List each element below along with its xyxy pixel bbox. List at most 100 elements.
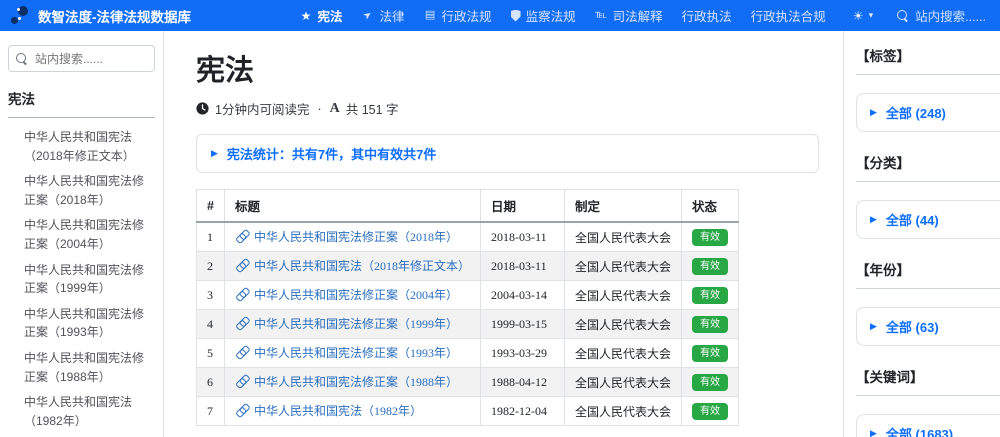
row-number: 3: [196, 280, 225, 310]
triangle-right-icon: ▶: [870, 214, 877, 224]
law-date: 2004-03-14: [480, 280, 566, 310]
law-title-link[interactable]: 中华人民共和国宪法修正案（1988年）: [235, 373, 458, 390]
filter-section: 【关键词】 ▶ 全部 (1683): [856, 366, 1000, 437]
link-icon: [233, 228, 250, 245]
nav-item[interactable]: 司法解释: [595, 6, 663, 25]
nav-item[interactable]: 宪法: [300, 6, 343, 25]
nav-item-label: 监察法规: [525, 10, 576, 24]
list-item: 中华人民共和国宪法（1982年）: [24, 393, 155, 430]
filter-all-box[interactable]: ▶ 全部 (63): [856, 307, 1000, 346]
sidebar-doc-list: 中华人民共和国宪法（2018年修正文本） 中华人民共和国宪法修正案（2018年）…: [8, 128, 155, 430]
nav-item[interactable]: 行政执法: [682, 6, 732, 25]
law-title-link[interactable]: 中华人民共和国宪法（2018年修正文本）: [235, 257, 470, 274]
triangle-right-icon: ▶: [870, 107, 877, 117]
sidebar-doc-link[interactable]: 中华人民共和国宪法（1982年）: [24, 393, 155, 430]
navbar-search[interactable]: 站内搜索......: [897, 6, 986, 25]
law-title: 中华人民共和国宪法修正案（1999年）: [254, 317, 459, 331]
filter-all-box[interactable]: ▶ 全部 (248): [856, 93, 1000, 132]
filter-all-box[interactable]: ▶ 全部 (1683): [856, 414, 1000, 437]
chevron-down-icon: ▾: [868, 10, 874, 20]
table-row: 7 中华人民共和国宪法（1982年） 1982-12-04 全国人民代表大会 有: [196, 396, 740, 426]
filter-all-link[interactable]: 全部 (248): [886, 103, 946, 122]
word-count: 共 151 字: [345, 103, 399, 117]
row-number: 5: [196, 338, 225, 368]
table-row: 1 中华人民共和国宪法修正案（2018年） 2018-03-11 全国人民代表大…: [196, 221, 740, 252]
law-maker: 全国人民代表大会: [564, 251, 683, 281]
law-title-link[interactable]: 中华人民共和国宪法修正案（1993年）: [235, 344, 458, 361]
law-date: 2018-03-11: [480, 221, 566, 252]
filter-all-box[interactable]: ▶ 全部 (44): [856, 200, 1000, 239]
sidebar-search-input[interactable]: [8, 45, 155, 72]
col-status: 状态: [681, 189, 740, 223]
law-date: 2018-03-11: [480, 251, 566, 281]
link-icon: [233, 344, 250, 361]
filter-all-link[interactable]: 全部 (63): [886, 317, 939, 336]
link-icon: [233, 286, 250, 303]
search-icon: [16, 53, 28, 65]
list-item: 中华人民共和国宪法修正案（2004年）: [24, 216, 155, 253]
law-maker: 全国人民代表大会: [564, 367, 683, 397]
sun-icon: [852, 9, 865, 22]
nav-item-label: 宪法: [317, 10, 343, 24]
law-maker: 全国人民代表大会: [564, 221, 683, 252]
filter-all-link[interactable]: 全部 (1683): [886, 424, 953, 437]
list-item: 中华人民共和国宪法修正案（1988年）: [24, 349, 155, 386]
stats-collapsible[interactable]: ▶ 宪法统计：共有7件，其中有效共7件: [196, 134, 819, 173]
nav-item[interactable]: 法律: [362, 6, 405, 25]
top-navbar: 数智法度-法律法规数据库 宪法 法律 行政法规: [0, 0, 1000, 31]
nav-item[interactable]: 行政执法合规: [751, 6, 826, 25]
sidebar-doc-link[interactable]: 中华人民共和国宪法修正案（1993年）: [24, 305, 155, 342]
left-sidebar: 宪法 中华人民共和国宪法（2018年修正文本） 中华人民共和国宪法修正案（201…: [0, 31, 164, 437]
sidebar-doc-link[interactable]: 中华人民共和国宪法修正案（1999年）: [24, 261, 155, 298]
row-number: 6: [196, 367, 225, 397]
table-row: 5 中华人民共和国宪法修正案（1993年） 1993-03-29 全国人民代表大…: [196, 338, 740, 368]
sidebar-doc-link[interactable]: 中华人民共和国宪法修正案（1988年）: [24, 349, 155, 386]
main-nav: 宪法 法律 行政法规 监察法规: [300, 6, 826, 25]
list-item: 中华人民共和国宪法修正案（2018年）: [24, 172, 155, 209]
law-title-link[interactable]: 中华人民共和国宪法修正案（2004年）: [235, 286, 458, 303]
theme-toggle[interactable]: ▾: [852, 9, 874, 22]
link-icon: [233, 402, 250, 419]
nav-controls: ▾ 站内搜索......: [852, 6, 986, 25]
stats-summary: 宪法统计：共有7件，其中有效共7件: [226, 147, 437, 162]
table-row: 2 中华人民共和国宪法（2018年修正文本） 2018-03-11 全国人民代表…: [196, 251, 740, 281]
list-item: 中华人民共和国宪法修正案（1999年）: [24, 261, 155, 298]
main-content: 宪法 1分钟内可阅读完 · A 共 151 字 ▶ 宪法统计：共有7件，其中有效…: [164, 31, 843, 437]
filter-section-title: 【标签】: [856, 45, 1000, 75]
row-number: 1: [196, 221, 225, 252]
nav-scroll-icon: [595, 9, 608, 22]
status-badge: 有效: [692, 402, 729, 420]
law-title-link[interactable]: 中华人民共和国宪法（1982年）: [235, 402, 422, 419]
page-title: 宪法: [196, 55, 255, 87]
law-title-link[interactable]: 中华人民共和国宪法修正案（1999年）: [235, 315, 458, 332]
nav-item-label: 法律: [379, 10, 405, 24]
nav-building-icon: [424, 9, 437, 22]
link-icon: [233, 315, 250, 332]
law-maker: 全国人民代表大会: [564, 338, 683, 368]
sidebar-doc-link[interactable]: 中华人民共和国宪法（2018年修正文本）: [24, 128, 155, 165]
brand[interactable]: 数智法度-法律法规数据库: [8, 4, 191, 28]
nav-item-label: 司法解释: [612, 10, 663, 24]
sidebar-doc-link[interactable]: 中华人民共和国宪法修正案（2018年）: [24, 172, 155, 209]
nav-item[interactable]: 行政法规: [424, 6, 492, 25]
link-icon: [233, 257, 250, 274]
law-title: 中华人民共和国宪法修正案（1988年）: [254, 375, 459, 389]
law-date: 1982-12-04: [480, 396, 566, 426]
read-time: 1分钟内可阅读完: [215, 103, 310, 117]
word-count-icon: A: [329, 100, 340, 116]
status-badge: 有效: [692, 257, 729, 275]
navbar-search-placeholder: 站内搜索......: [915, 10, 986, 24]
status-badge: 有效: [692, 344, 729, 362]
law-table: # 标题 日期 制定 状态 1 中华人民共和国宪法修正案（2018年） 2018…: [196, 189, 740, 426]
sidebar-search: [8, 45, 155, 72]
list-item: 中华人民共和国宪法（2018年修正文本）: [24, 128, 155, 165]
app-logo-icon: [8, 4, 30, 28]
page: 数智法度-法律法规数据库 宪法 法律 行政法规: [0, 0, 1000, 437]
law-title-link[interactable]: 中华人民共和国宪法修正案（2018年）: [235, 228, 458, 245]
law-maker: 全国人民代表大会: [564, 280, 683, 310]
status-badge: 有效: [692, 373, 729, 391]
nav-item[interactable]: 监察法规: [510, 6, 576, 25]
sidebar-doc-link[interactable]: 中华人民共和国宪法修正案（2004年）: [24, 216, 155, 253]
filter-all-link[interactable]: 全部 (44): [886, 210, 939, 229]
law-maker: 全国人民代表大会: [564, 396, 683, 426]
